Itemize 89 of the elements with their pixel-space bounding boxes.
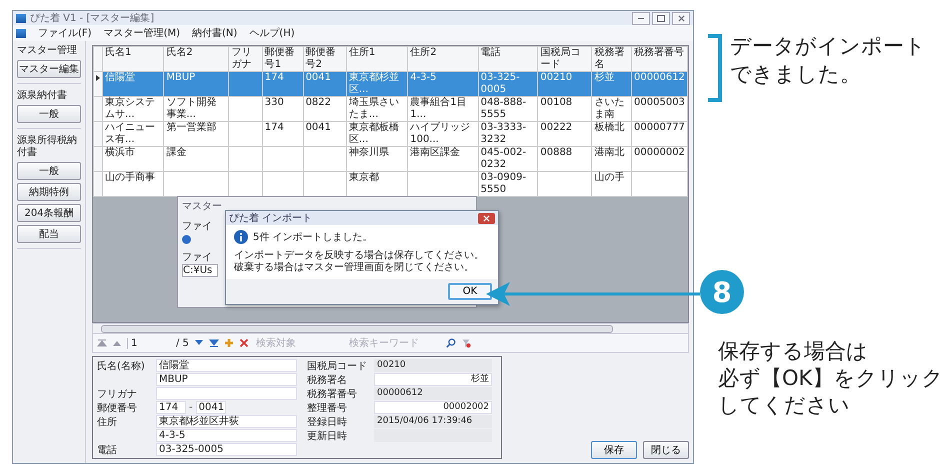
dialog-heading: 5件 インポートしました。: [253, 231, 373, 244]
close-button[interactable]: [478, 212, 495, 224]
sidebar-button[interactable]: 納期特例: [17, 183, 81, 201]
text-field[interactable]: 4-3-5: [156, 429, 297, 442]
table-row[interactable]: 東京システムサ... ソフト開発事業... 330 0822 埼玉県さいたま... 農事組合1目1... 048-888-5555 00108 さいたま南 00005003: [94, 96, 688, 122]
close-button[interactable]: [672, 12, 690, 24]
column-header[interactable]: 郵便番号2: [303, 46, 346, 72]
radio-button[interactable]: [182, 235, 191, 244]
column-header[interactable]: 税務署名: [592, 46, 632, 72]
field-label: フリガナ: [97, 388, 137, 400]
header-cell: [94, 46, 102, 72]
form-button[interactable]: 保存: [591, 441, 637, 459]
field-label: 住所: [97, 416, 117, 428]
field-label: 登録日時: [307, 416, 348, 428]
dialog-title: ぴた着 インポート: [229, 212, 312, 225]
sidebar-heading: マスター管理: [17, 45, 78, 57]
horizontal-scrollbar[interactable]: [92, 323, 689, 334]
path-field[interactable]: C:¥Us: [182, 264, 218, 277]
menu-item[interactable]: ファイル(F): [38, 26, 92, 40]
field-label: 氏名(名称): [97, 360, 145, 372]
dialog-message: 破棄する場合はマスター管理画面を閉じてください。: [234, 262, 475, 274]
menu-item[interactable]: マスター管理(M): [104, 26, 180, 40]
record-position-field[interactable]: 1: [127, 338, 171, 348]
column-header[interactable]: 電話: [478, 46, 538, 72]
form-button[interactable]: 閉じる: [643, 441, 689, 459]
text-field[interactable]: 00210: [374, 359, 492, 372]
column-header[interactable]: 税務署番号: [632, 46, 688, 72]
text-field[interactable]: 東京都杉並区井荻: [156, 415, 297, 428]
sidebar-heading: 源泉所得税納付書: [17, 135, 78, 159]
search-icon[interactable]: [446, 338, 456, 348]
field-label: ファイ: [182, 220, 212, 233]
ok-button[interactable]: OK: [448, 283, 492, 300]
sidebar-button[interactable]: 一般: [17, 162, 81, 180]
text-field[interactable]: 信陽堂: [156, 359, 297, 372]
field-label: ファイ: [182, 251, 212, 264]
close-icon: [483, 214, 490, 222]
dialog-title: マスター: [182, 200, 223, 213]
field-label: 郵便番号: [97, 402, 137, 414]
search-target-field[interactable]: 検索対象: [254, 336, 342, 350]
table-row[interactable]: 横浜市 課金 神奈川県 港南区課金 045-002-0232 00888 港南北 00000002: [94, 146, 688, 172]
maximize-button[interactable]: [652, 12, 670, 24]
dialog-message: インポートデータを反映する場合は保存してください。: [234, 250, 485, 262]
field-label: 更新日時: [307, 430, 348, 442]
field-label: 整理番号: [307, 402, 348, 414]
field-label: 税務署番号: [307, 388, 358, 400]
text-field[interactable]: 杉並: [374, 373, 492, 386]
first-record-icon[interactable]: [97, 338, 107, 348]
column-header[interactable]: 住所1: [346, 46, 408, 72]
separator: -: [189, 402, 193, 413]
field-label: 税務署名: [307, 374, 348, 386]
text-field[interactable]: 174: [156, 401, 186, 414]
text-field[interactable]: MBUP: [156, 373, 297, 386]
text-field[interactable]: [156, 387, 297, 400]
keyword-field[interactable]: 検索キーワード: [346, 336, 441, 350]
clear-filter-icon[interactable]: [460, 338, 471, 348]
sidebar-button[interactable]: マスター編集: [17, 60, 81, 78]
text-field[interactable]: 2015/04/06 17:39:46: [374, 415, 492, 428]
field-label: 国税局コード: [307, 360, 368, 372]
menu-item[interactable]: 納付書(N): [192, 26, 238, 40]
menu-item[interactable]: ヘルプ(H): [249, 26, 295, 40]
table-row[interactable]: ハイニュース有... 第一営業部 174 0041 東京都板橋区... ハイブリッジ100... 03-3333-3232 00222 板橋北 00000777: [94, 122, 688, 146]
text-field[interactable]: 0041: [196, 401, 226, 414]
document-icon: [16, 28, 26, 38]
column-header[interactable]: 国税局コード: [538, 46, 592, 72]
column-header[interactable]: 氏名1: [102, 46, 164, 72]
sidebar-button[interactable]: 204条報酬: [17, 204, 81, 222]
minimize-button[interactable]: [632, 12, 650, 24]
bracket-mark: [708, 34, 722, 102]
instruction-text: 保存する場合は 必ず【OK】をクリック してください: [717, 338, 944, 419]
field-label: 電話: [97, 444, 117, 456]
column-header[interactable]: 氏名2: [164, 46, 229, 72]
close-icon: [678, 14, 684, 22]
app-icon: [16, 14, 26, 22]
text-field[interactable]: 03-325-0005: [156, 443, 297, 456]
text-field[interactable]: 00000612: [374, 387, 492, 400]
note-text: データがインポート できました。: [730, 33, 926, 88]
delete-icon[interactable]: [238, 338, 249, 348]
sidebar-button[interactable]: 一般: [17, 105, 81, 123]
column-header[interactable]: フリガナ: [228, 46, 262, 72]
info-icon: [234, 230, 248, 244]
window-title: ぴた着 V1 - [マスター編集]: [30, 12, 156, 25]
text-field[interactable]: 00002002: [374, 401, 492, 414]
record-count: / 5: [176, 338, 189, 348]
sidebar-heading: 源泉納付書: [17, 90, 68, 102]
sidebar-button[interactable]: 配当: [17, 225, 81, 243]
step-number: 8: [700, 270, 744, 314]
column-header[interactable]: 住所2: [408, 46, 478, 72]
last-record-icon[interactable]: [208, 338, 219, 348]
column-header[interactable]: 郵便番号1: [262, 46, 304, 72]
